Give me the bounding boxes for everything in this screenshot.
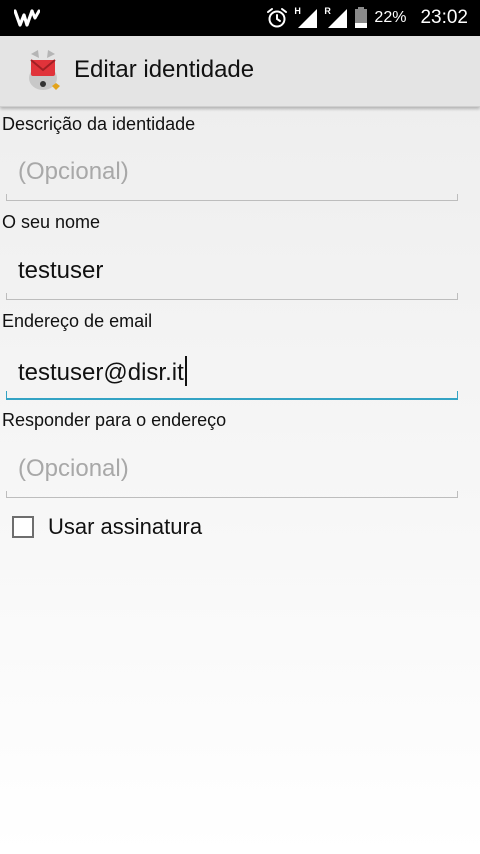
reply-to-label: Responder para o endereço [2, 410, 227, 430]
description-label: Descrição da identidade [2, 114, 196, 134]
signature-label: Usar assinatura [48, 514, 203, 539]
w-logo-icon [14, 9, 40, 27]
email-label: Endereço de email [2, 311, 153, 331]
email-field[interactable]: testuser@disr.it [6, 344, 458, 400]
status-bar: H R 22% 23:02 [0, 0, 480, 36]
name-field[interactable]: testuser [6, 245, 458, 300]
signal-roaming-icon: R [324, 6, 348, 29]
email-value: testuser@disr.it [18, 359, 184, 386]
name-label: O seu nome [2, 212, 101, 232]
text-cursor [184, 356, 187, 386]
page-title: Editar identidade [74, 56, 255, 83]
description-field[interactable]: (Opcional) [6, 146, 458, 201]
signature-row[interactable]: Usar assinatura [12, 512, 202, 542]
reply-to-placeholder: (Opcional) [18, 455, 129, 482]
signal-strength-icon: H [294, 6, 318, 29]
battery-icon [355, 7, 368, 28]
reply-to-field[interactable]: (Opcional) [6, 443, 458, 498]
alarm-icon [267, 8, 288, 28]
signal-type-label: H [294, 6, 301, 16]
description-placeholder: (Opcional) [18, 158, 129, 185]
battery-percent: 22% [374, 9, 407, 26]
email-text: testuser@disr.it [18, 356, 187, 387]
clock: 23:02 [420, 7, 468, 28]
app-bar: Editar identidade [0, 36, 480, 107]
roaming-label: R [324, 6, 331, 16]
k9-mail-logo-icon[interactable] [22, 48, 64, 94]
name-value: testuser [18, 257, 104, 284]
signature-checkbox[interactable] [12, 516, 34, 538]
